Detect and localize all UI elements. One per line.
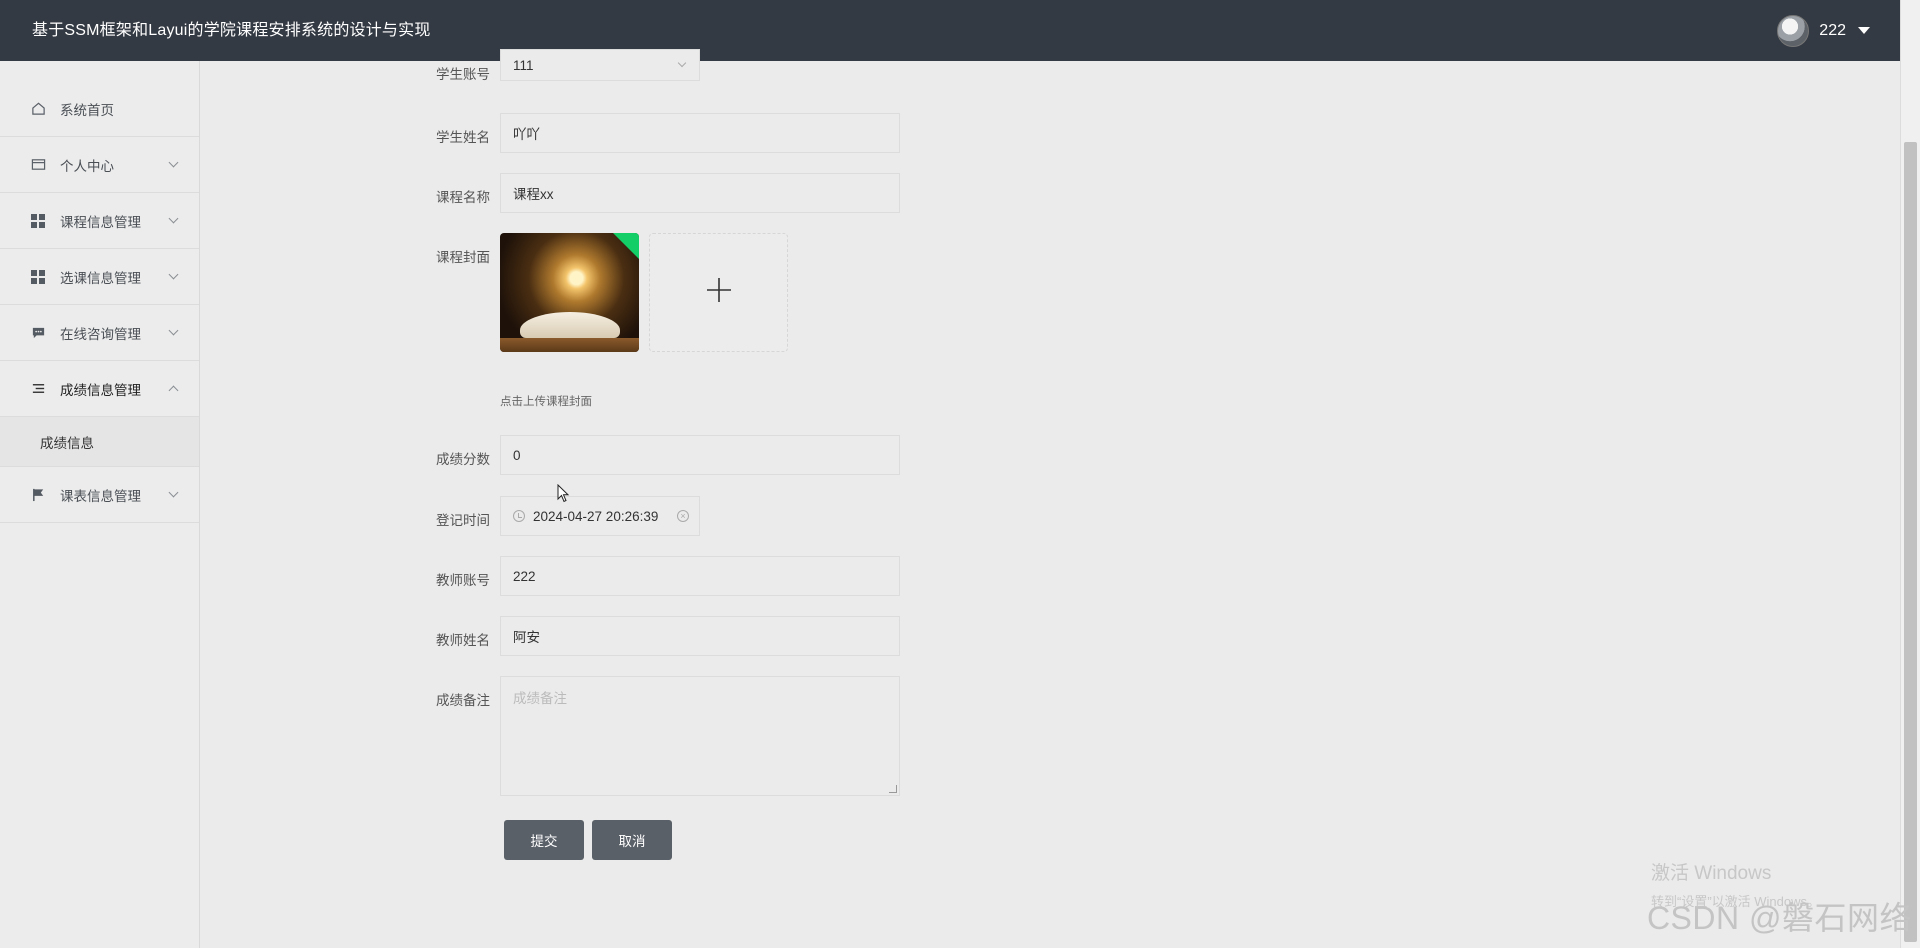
score-edit-form: 学生账号 111 学生姓名 吖吖 课程名称 课程xx 课程封面 点击上传课程封面	[200, 49, 1900, 948]
flag-icon	[30, 487, 46, 503]
card-icon	[30, 157, 46, 173]
field-label: 学生姓名	[436, 130, 490, 145]
field-label: 课程名称	[436, 190, 490, 205]
image-table	[500, 338, 639, 352]
register-time-picker[interactable]: 2024-04-27 20:26:39 ×	[500, 496, 700, 536]
sidebar-item-label: 成绩信息管理	[60, 382, 141, 398]
chevron-down-icon	[677, 58, 687, 68]
sidebar-item-course-info[interactable]: 课程信息管理	[0, 193, 199, 249]
upload-hint: 点击上传课程封面	[500, 396, 592, 408]
clock-icon	[513, 510, 525, 522]
input-value: 0	[513, 447, 521, 463]
csdn-watermark: CSDN @磐石网络	[1646, 900, 1912, 936]
input-value: 吖吖	[513, 127, 540, 142]
watermark-line1: 激活 Windows	[1650, 863, 1772, 884]
sidebar-item-label: 课表信息管理	[60, 488, 141, 504]
cancel-button[interactable]: 取消	[592, 820, 672, 860]
sidebar-subitem-score-info[interactable]: 成绩信息	[0, 417, 199, 467]
textarea-placeholder: 成绩备注	[513, 691, 567, 706]
submit-button[interactable]: 提交	[504, 820, 584, 860]
student-account-select[interactable]: 111	[500, 49, 700, 81]
remark-textarea[interactable]: 成绩备注	[500, 676, 900, 796]
grid-icon	[30, 213, 46, 229]
field-label: 教师账号	[436, 573, 490, 588]
image-book	[520, 312, 620, 338]
sidebar-item-home[interactable]: 系统首页	[0, 81, 199, 137]
chevron-down-icon	[168, 487, 179, 498]
plus-icon	[704, 272, 734, 314]
student-name-input[interactable]: 吖吖	[500, 113, 900, 153]
sidebar-item-label: 系统首页	[60, 102, 114, 118]
sidebar-item-label: 在线咨询管理	[60, 326, 141, 342]
chevron-up-icon	[168, 385, 179, 396]
course-cover-image[interactable]	[500, 233, 639, 352]
teacher-account-input[interactable]: 222	[500, 556, 900, 596]
input-value: 阿安	[513, 630, 540, 645]
sidebar-item-label: 选课信息管理	[60, 270, 141, 286]
sidebar: 系统首页 个人中心 课程信息管理 选课信息管理 在线咨询管理 成绩信息管理 成绩…	[0, 61, 200, 948]
list-icon	[30, 381, 46, 397]
chat-icon	[30, 325, 46, 341]
score-input[interactable]: 0	[500, 435, 900, 475]
upload-button[interactable]	[649, 233, 788, 352]
sidebar-subitem-label: 成绩信息	[40, 435, 94, 451]
clear-icon[interactable]: ×	[677, 510, 689, 522]
sidebar-item-label: 课程信息管理	[60, 214, 141, 230]
grid-icon	[30, 269, 46, 285]
home-icon	[30, 101, 46, 117]
chevron-down-icon	[168, 325, 179, 336]
field-label: 登记时间	[436, 513, 490, 528]
field-label: 学生账号	[436, 67, 490, 82]
field-label: 成绩分数	[436, 452, 490, 467]
uploaded-check-icon	[613, 233, 639, 259]
user-name[interactable]: 222	[1819, 22, 1846, 40]
sidebar-item-consult[interactable]: 在线咨询管理	[0, 305, 199, 361]
scrollbar[interactable]	[1900, 0, 1920, 948]
chevron-down-icon	[168, 269, 179, 280]
field-label: 教师姓名	[436, 633, 490, 648]
app-title: 基于SSM框架和Layui的学院课程安排系统的设计与实现	[32, 22, 431, 39]
field-label: 课程封面	[436, 250, 490, 265]
sidebar-item-label: 个人中心	[60, 158, 114, 174]
input-value: 2024-04-27 20:26:39	[533, 508, 659, 524]
select-value: 111	[513, 57, 534, 73]
avatar[interactable]	[1777, 14, 1810, 47]
caret-down-icon[interactable]	[1858, 27, 1870, 34]
input-value: 课程xx	[513, 187, 554, 202]
chevron-down-icon	[168, 157, 179, 168]
teacher-name-input[interactable]: 阿安	[500, 616, 900, 656]
input-value: 222	[513, 568, 536, 584]
sidebar-item-profile[interactable]: 个人中心	[0, 137, 199, 193]
user-menu[interactable]: 222	[1777, 14, 1870, 47]
sidebar-item-timetable[interactable]: 课表信息管理	[0, 467, 199, 523]
sidebar-item-score[interactable]: 成绩信息管理	[0, 361, 199, 417]
chevron-down-icon	[168, 213, 179, 224]
scrollbar-thumb[interactable]	[1904, 142, 1917, 942]
resize-grip[interactable]	[889, 785, 897, 793]
sidebar-item-course-selection[interactable]: 选课信息管理	[0, 249, 199, 305]
top-bar: 基于SSM框架和Layui的学院课程安排系统的设计与实现 222	[0, 0, 1900, 61]
field-label: 成绩备注	[436, 693, 490, 708]
course-name-input[interactable]: 课程xx	[500, 173, 900, 213]
